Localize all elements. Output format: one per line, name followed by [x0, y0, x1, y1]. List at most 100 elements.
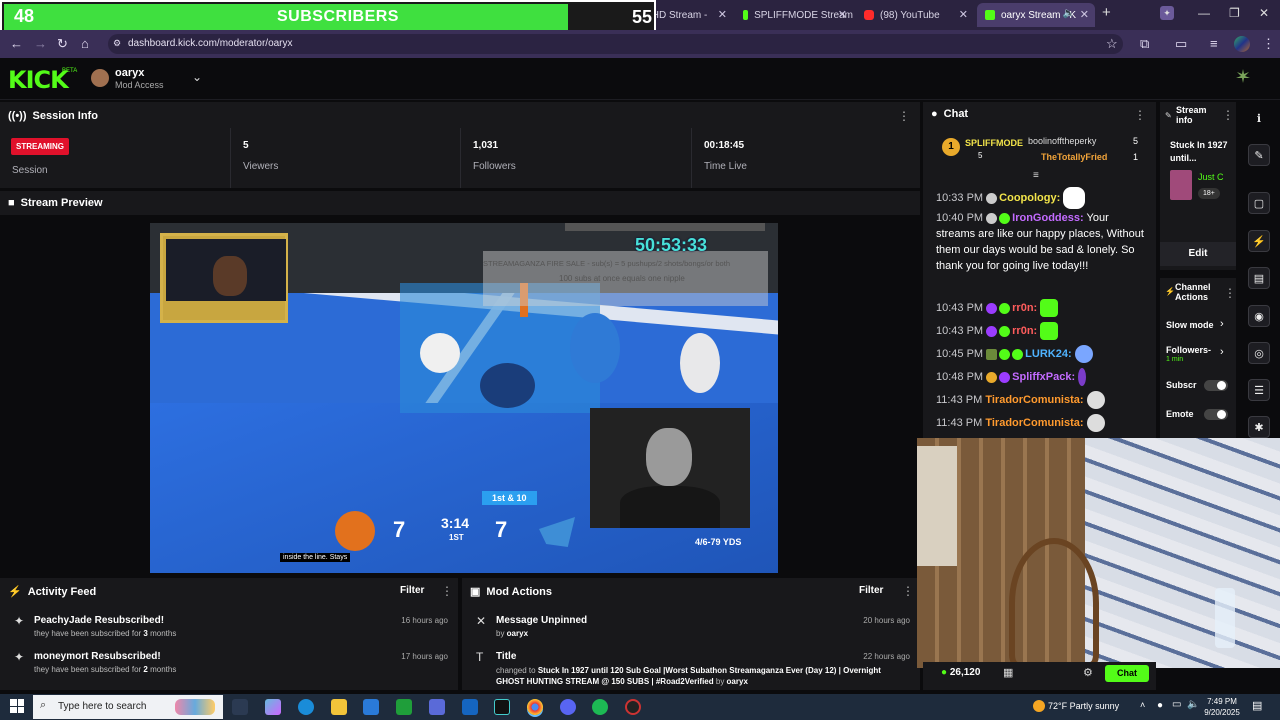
- chevron-up-icon[interactable]: ˄: [1140, 700, 1145, 710]
- notifications-icon[interactable]: ▤: [1252, 699, 1262, 712]
- close-icon[interactable]: ✕: [718, 8, 727, 21]
- stat-label: Followers: [473, 161, 516, 172]
- lightning-icon[interactable]: ⚡: [1248, 230, 1270, 252]
- emote-mode-item[interactable]: Emote: [1166, 409, 1194, 419]
- cannabis-leaf-icon[interactable]: [1235, 68, 1251, 84]
- outlook-icon[interactable]: [462, 699, 478, 715]
- discord-icon[interactable]: [560, 699, 576, 715]
- close-icon[interactable]: ✕: [838, 8, 847, 21]
- slow-mode-item[interactable]: Slow mode: [1166, 320, 1214, 330]
- menu-kebab-icon[interactable]: ⋮: [1222, 108, 1234, 122]
- minimize-icon[interactable]: —: [1198, 6, 1210, 20]
- calendar-icon[interactable]: ▦: [1003, 666, 1013, 679]
- profile-avatar[interactable]: [1234, 36, 1250, 52]
- activity-feed-title: Activity Feed: [27, 585, 97, 598]
- top-gifter-name[interactable]: SPLIFFMODE: [965, 138, 1023, 148]
- crop-icon[interactable]: ▢: [1248, 192, 1270, 214]
- emote-mode-toggle[interactable]: [1204, 409, 1228, 420]
- store-icon[interactable]: [363, 699, 379, 715]
- back-icon[interactable]: ←: [10, 36, 23, 51]
- wrench-icon[interactable]: ✱: [1248, 416, 1270, 438]
- chat-message: 10:40 PM IronGoddess: Your streams are l…: [936, 212, 1144, 272]
- obs-icon[interactable]: [625, 699, 641, 715]
- chevron-right-icon[interactable]: ›: [1220, 346, 1224, 358]
- avatar[interactable]: [91, 69, 109, 87]
- restore-icon[interactable]: ❐: [1229, 6, 1240, 20]
- microphone-icon[interactable]: ●: [1157, 700, 1163, 711]
- window-close-icon[interactable]: ✕: [1259, 6, 1269, 20]
- filter-lines-icon[interactable]: ≡: [1033, 170, 1039, 181]
- task-view-icon[interactable]: [232, 699, 248, 715]
- subscriber-mode-toggle[interactable]: [1204, 380, 1228, 391]
- bookmark-star-icon[interactable]: ☆: [1106, 36, 1118, 52]
- browser-tab[interactable]: (98) YouTube ✕: [856, 3, 974, 27]
- category-thumbnail[interactable]: [1170, 170, 1192, 200]
- tiktok-icon[interactable]: [494, 699, 510, 715]
- closed-caption: inside the line. Stays: [280, 553, 351, 562]
- chat-bubble-icon[interactable]: ◉: [1248, 305, 1270, 327]
- gifter-name[interactable]: boolinofftheperky: [1028, 136, 1096, 146]
- home-icon[interactable]: ⌂: [81, 36, 89, 51]
- reload-icon[interactable]: ↻: [57, 36, 68, 52]
- edge-icon[interactable]: [298, 699, 314, 715]
- filter-button[interactable]: Filter: [859, 585, 883, 596]
- channel-username[interactable]: oaryx: [115, 67, 144, 79]
- gear-icon[interactable]: ⚙: [1083, 666, 1093, 679]
- browser-tab[interactable]: SPLIFFMODE Stream ✕: [735, 3, 853, 27]
- taskbar-search[interactable]: ⌕ Type here to search: [33, 695, 223, 719]
- kick-logo[interactable]: KICK: [8, 66, 69, 94]
- file-explorer-icon[interactable]: [331, 699, 347, 715]
- mini-subscriber-bar: [565, 223, 765, 231]
- layout-icon[interactable]: ☰: [1248, 379, 1270, 401]
- forward-icon[interactable]: →: [34, 36, 47, 51]
- edit-button[interactable]: Edit: [1160, 242, 1236, 266]
- session-label: Session: [12, 165, 48, 176]
- new-tab-icon[interactable]: +: [1102, 4, 1111, 21]
- site-info-icon[interactable]: ⚙: [113, 38, 121, 49]
- menu-kebab-icon[interactable]: ⋮: [898, 109, 910, 123]
- followers-mode-item[interactable]: Followers-: [1166, 345, 1211, 355]
- gifter-name[interactable]: TheTotallyFried: [1041, 152, 1107, 162]
- bears-logo-icon: [335, 511, 375, 551]
- sparkle-icon[interactable]: ✦: [1160, 6, 1174, 20]
- category-link[interactable]: Just C: [1198, 172, 1224, 182]
- url-field[interactable]: dashboard.kick.com/moderator/oaryx: [108, 34, 1123, 54]
- xbox-icon[interactable]: [396, 699, 412, 715]
- chevron-right-icon[interactable]: ›: [1220, 318, 1224, 330]
- menu-kebab-icon[interactable]: ⋮: [902, 584, 914, 598]
- copilot-icon[interactable]: [265, 699, 281, 715]
- filter-button[interactable]: Filter: [400, 585, 424, 596]
- app-icon[interactable]: [429, 699, 445, 715]
- chat-send-button[interactable]: Chat: [1105, 665, 1149, 682]
- menu-kebab-icon[interactable]: ⋮: [1224, 286, 1236, 300]
- weather-text[interactable]: 72°F Partly sunny: [1048, 701, 1119, 711]
- subscriber-mode-item[interactable]: Subscr: [1166, 380, 1197, 390]
- stream-video[interactable]: STREAMAGANZA FIRE SALE - sub(s) = 5 push…: [150, 223, 778, 573]
- pencil-icon[interactable]: ✎: [1248, 144, 1270, 166]
- speaker-icon[interactable]: 🔈: [1063, 8, 1075, 19]
- stat-label: Viewers: [243, 161, 279, 172]
- feed-item-subtitle: they have been subscribed for 3 months: [34, 629, 177, 638]
- chevron-down-icon[interactable]: ⌄: [192, 70, 202, 84]
- curtain: [1085, 438, 1280, 668]
- volume-icon[interactable]: 🔈: [1187, 699, 1199, 710]
- document-icon[interactable]: ▤: [1248, 267, 1270, 289]
- score-home: 7: [393, 517, 406, 542]
- extensions-icon[interactable]: ⧉: [1140, 36, 1149, 52]
- chat-title: Chat: [943, 108, 969, 120]
- menu-kebab-icon[interactable]: ⋮: [1262, 36, 1275, 52]
- menu-kebab-icon[interactable]: ⋮: [1134, 108, 1146, 122]
- cast-icon[interactable]: ▭: [1175, 36, 1187, 52]
- info-icon[interactable]: ℹ: [1248, 107, 1270, 129]
- close-icon[interactable]: ✕: [959, 8, 968, 21]
- chrome-icon[interactable]: [527, 699, 543, 715]
- spotify-icon[interactable]: [592, 699, 608, 715]
- network-icon[interactable]: ▭: [1172, 699, 1181, 710]
- windows-start-icon[interactable]: [10, 699, 24, 713]
- reading-list-icon[interactable]: ≡: [1210, 36, 1218, 51]
- browser-tab-active[interactable]: oaryx Stream - K 🔈 ✕: [977, 3, 1095, 27]
- close-icon[interactable]: ✕: [1080, 8, 1089, 21]
- menu-kebab-icon[interactable]: ⋮: [441, 584, 453, 598]
- broadcast-icon[interactable]: ◎: [1248, 342, 1270, 364]
- taskbar-clock[interactable]: 7:49 PM 9/20/2025: [1200, 696, 1244, 718]
